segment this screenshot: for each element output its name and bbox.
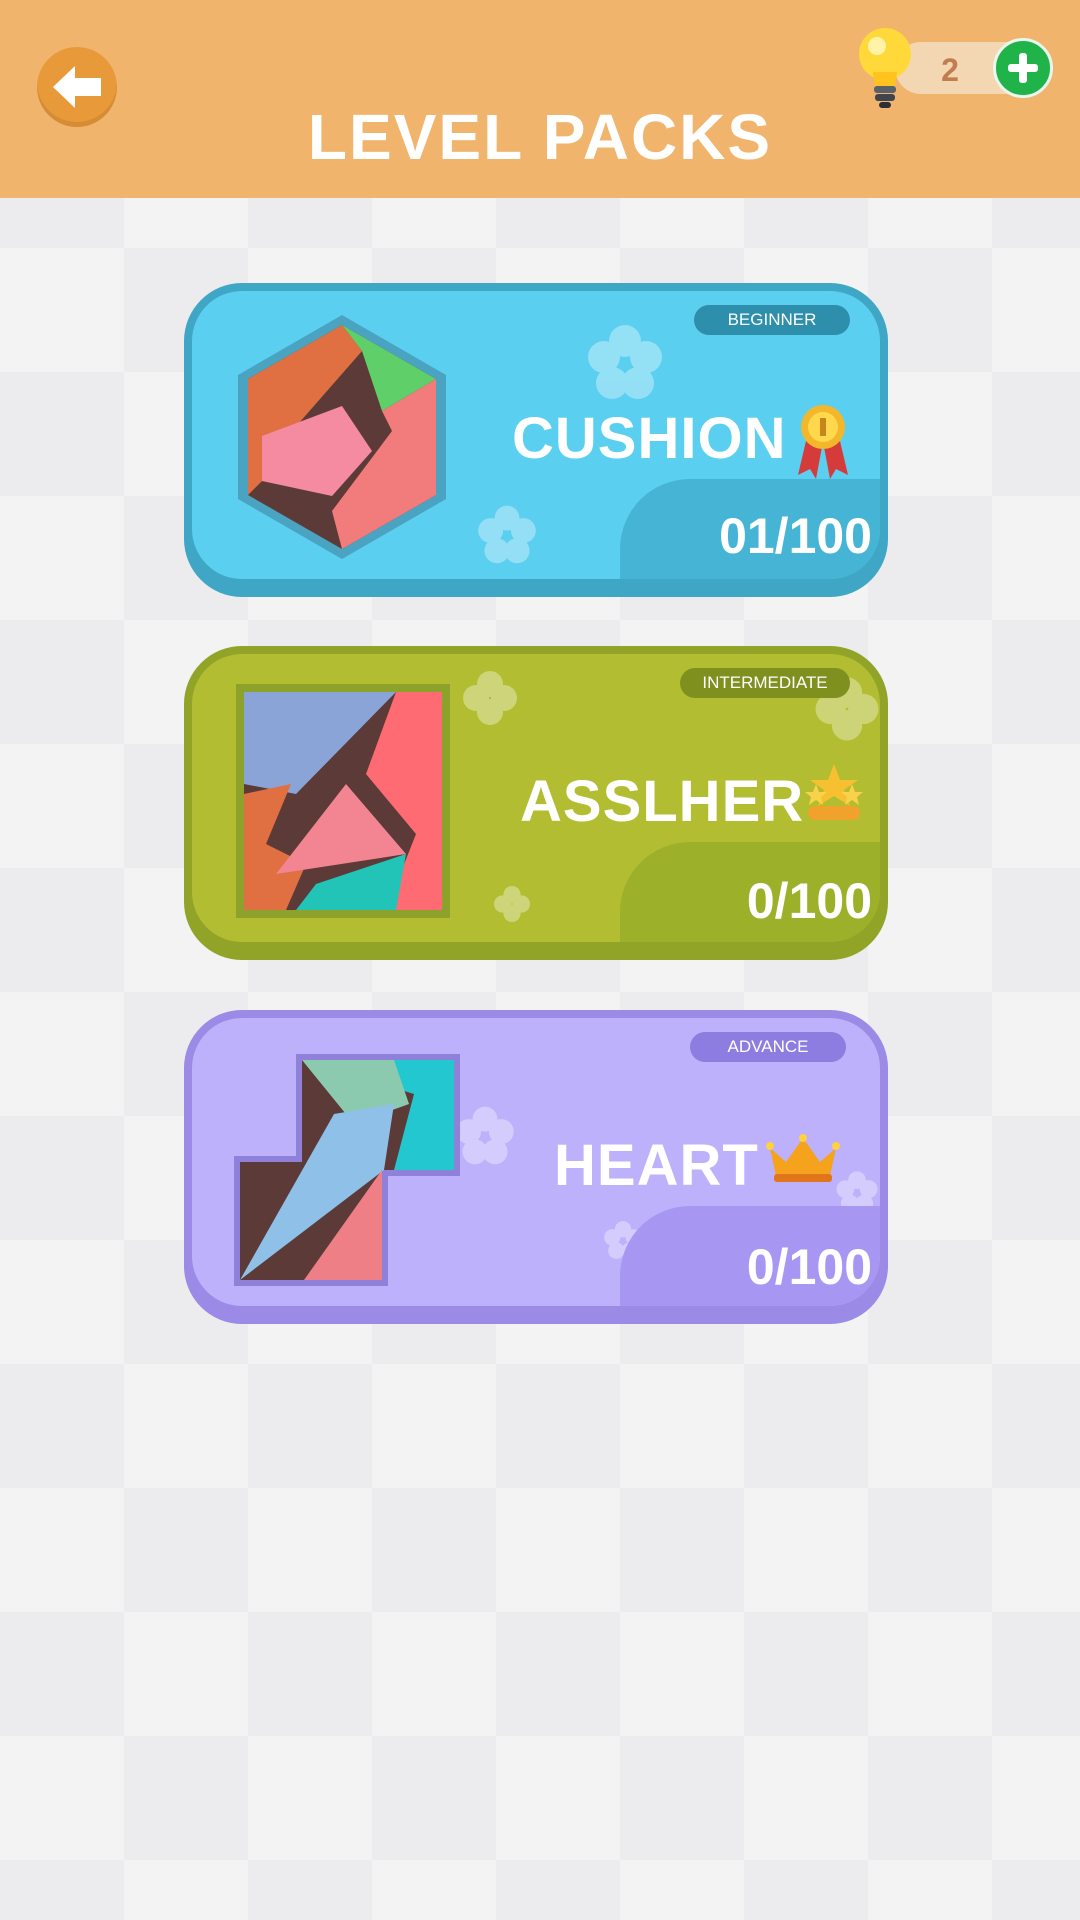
card-body: ADVANCE HEART 0/100 — [192, 1018, 880, 1306]
page-title: LEVEL PACKS — [307, 101, 773, 173]
flower-decoration-icon — [478, 505, 536, 564]
pack-progress: 0/100 — [746, 1239, 872, 1295]
zigzag-puzzle-thumbnail — [234, 1054, 460, 1286]
pack-name: ASSLHER — [520, 769, 805, 834]
hint-counter: 2 — [855, 28, 1055, 108]
flower-decoration-icon — [588, 325, 662, 399]
card-body: BEGINNER CUSHION 01/100 — [192, 291, 880, 579]
medal-icon — [798, 405, 848, 479]
pack-name: CUSHION — [512, 406, 787, 471]
level-badge: BEGINNER — [694, 305, 850, 335]
header-bar: LEVEL PACKS 2 — [0, 0, 1080, 198]
level-pack-card-asslher[interactable]: INTERMEDIATE ASSLHER 0/100 — [184, 646, 888, 960]
level-pack-card-heart[interactable]: ADVANCE HEART 0/100 — [184, 1010, 888, 1324]
clover-decoration-icon — [494, 886, 530, 922]
hint-count: 2 — [941, 52, 959, 88]
add-hint-button[interactable] — [993, 38, 1053, 98]
level-badge: ADVANCE — [690, 1032, 846, 1062]
lightbulb-icon — [859, 28, 911, 108]
crown-icon — [766, 1134, 840, 1182]
plus-icon — [1008, 53, 1038, 83]
pack-name: HEART — [554, 1133, 759, 1198]
level-pack-card-cushion[interactable]: BEGINNER CUSHION 01/100 — [184, 283, 888, 597]
square-puzzle-thumbnail — [236, 684, 450, 918]
pack-progress: 01/100 — [719, 508, 872, 564]
level-badge: INTERMEDIATE — [680, 668, 850, 698]
hexagon-puzzle-thumbnail — [238, 315, 446, 559]
pack-progress: 0/100 — [746, 873, 872, 929]
card-body: INTERMEDIATE ASSLHER 0/100 — [192, 654, 880, 942]
clover-decoration-icon — [463, 671, 517, 725]
stars-trophy-icon — [805, 764, 863, 820]
